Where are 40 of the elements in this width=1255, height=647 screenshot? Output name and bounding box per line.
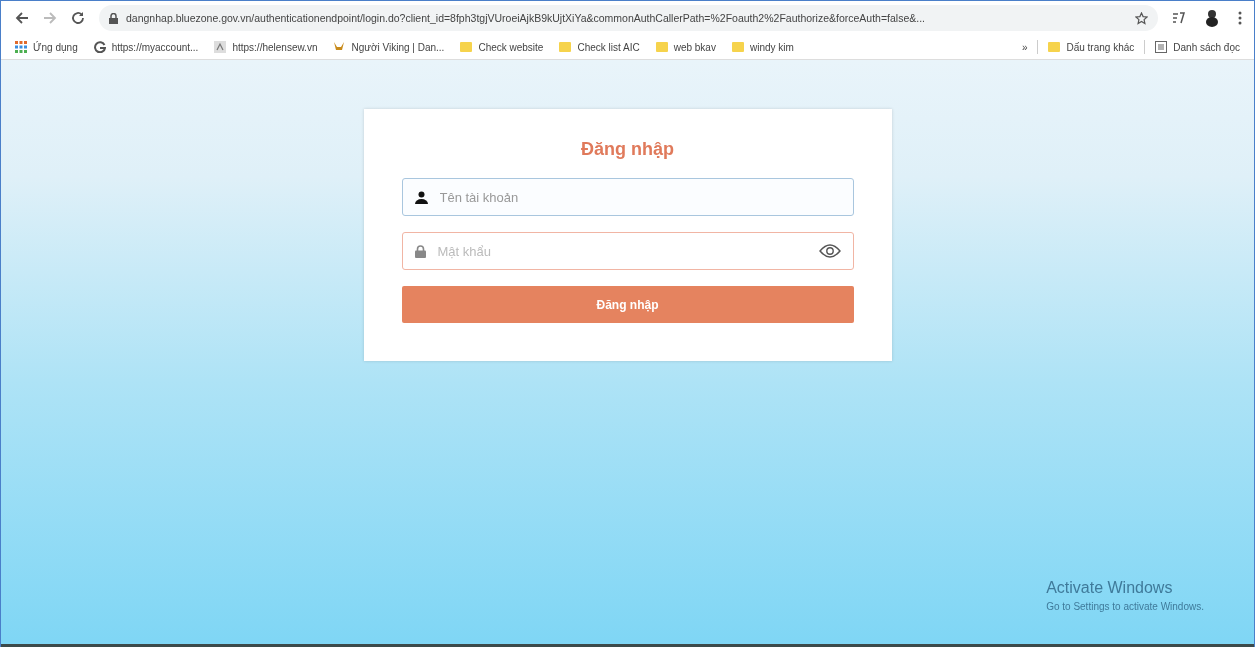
folder-icon — [460, 41, 473, 53]
address-bar[interactable]: dangnhap.bluezone.gov.vn/authenticationendpoint/login.do?client_id=8fph3tgjVUroeiAjkB9kUjtXiYa&commonAuthCallerPath=%2Foauth2%2Fauthorize&forceAuth=false&... — [99, 5, 1158, 31]
password-input[interactable]: Mật khẩu — [435, 242, 809, 260]
folder-icon — [559, 41, 572, 53]
lock-icon — [414, 244, 426, 258]
user-icon — [414, 190, 428, 204]
back-icon[interactable] — [15, 11, 29, 25]
username-field[interactable]: Tên tài khoản — [401, 178, 854, 216]
bookmarks-overflow[interactable]: » — [1015, 39, 1034, 55]
activation-title: Activate Windows — [1046, 579, 1174, 597]
bookmark[interactable]: Người Viking | Dan... — [327, 39, 451, 55]
folder-icon — [655, 41, 668, 53]
url-text: dangnhap.bluezone.gov.vn/authenticationendpoint/login.do?client_id=8fph3tgjVUroeiAjkB9kUjtXiYa&commonAuthCallerPath=%2Foauth2%2Fauthorize&forceAuth=false&... — [126, 12, 926, 24]
star-icon[interactable] — [1135, 11, 1148, 25]
bookmark[interactable]: web bkav — [649, 39, 722, 55]
bookmark[interactable]: Check website — [454, 39, 550, 55]
reading-list[interactable]: Danh sách đọc — [1149, 39, 1246, 55]
other-bookmarks[interactable]: Dấu trang khác — [1042, 39, 1141, 55]
bookmark[interactable]: https://helensew.vn — [208, 39, 324, 55]
bookmark[interactable]: https://myaccount... — [87, 39, 205, 55]
profile-icon[interactable] — [1204, 9, 1220, 27]
folder-icon — [1048, 41, 1061, 53]
username-input[interactable]: Tên tài khoản — [437, 188, 841, 206]
lock-icon — [109, 12, 118, 24]
reading-list-icon — [1155, 41, 1168, 53]
menu-icon[interactable] — [1238, 11, 1242, 25]
bookmark[interactable]: windy kim — [725, 39, 800, 55]
reload-icon[interactable] — [71, 11, 85, 25]
horned-helmet-icon — [333, 41, 346, 53]
extension-icon[interactable] — [1172, 12, 1186, 24]
login-title: Đăng nhập — [581, 139, 674, 160]
activation-subtitle: Go to Settings to activate Windows. — [1046, 601, 1204, 612]
password-field[interactable]: Mật khẩu — [401, 232, 854, 270]
apps-grid-icon — [15, 41, 27, 53]
bookmark[interactable]: Check list AIC — [553, 39, 646, 55]
eye-icon[interactable] — [818, 244, 841, 258]
bookmark[interactable]: Ứng dụng — [9, 39, 84, 55]
folder-icon — [731, 41, 744, 53]
site-favicon-icon — [214, 41, 227, 53]
google-g-icon — [93, 41, 106, 53]
